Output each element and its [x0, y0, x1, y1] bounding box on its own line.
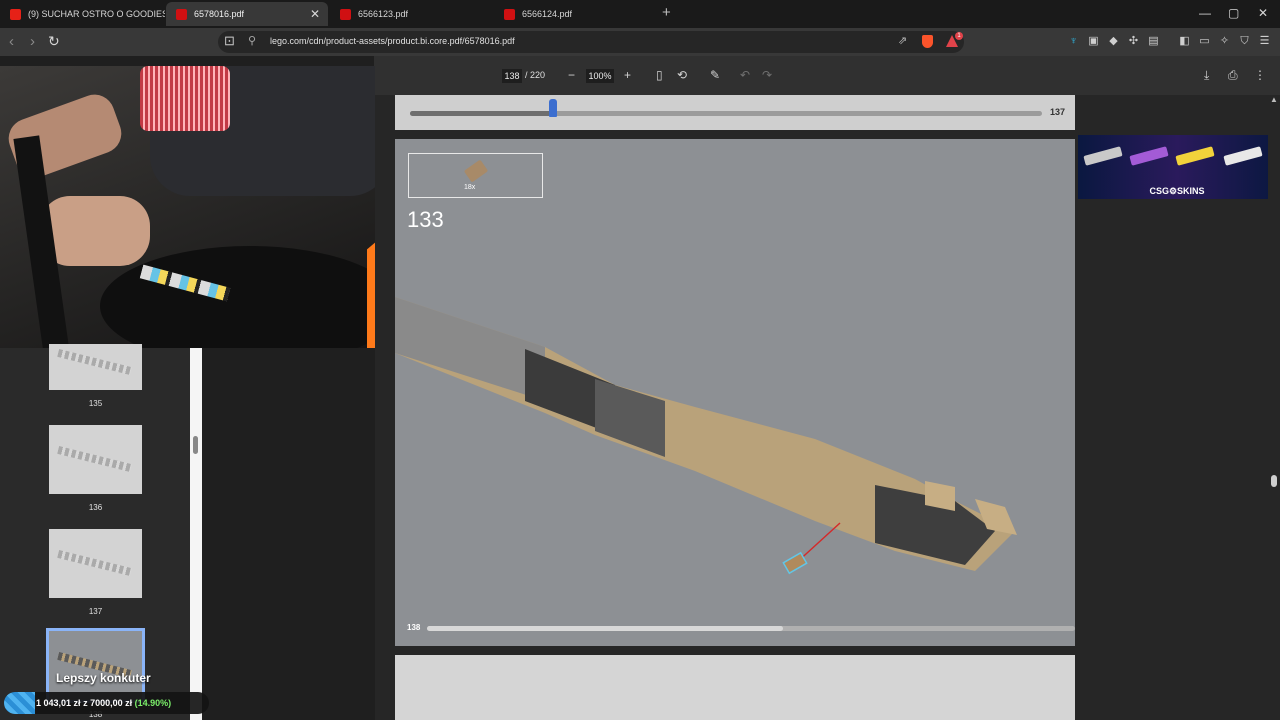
weapon-image	[1083, 146, 1123, 166]
minifigure-progress-marker	[549, 99, 557, 117]
forward-icon[interactable]: ›	[30, 33, 35, 50]
model-grey-section	[395, 297, 545, 401]
annotate-icon[interactable]: ✎	[710, 67, 720, 83]
page-number-input[interactable]: 138	[502, 69, 522, 83]
tab-title: 6566123.pdf	[358, 9, 409, 19]
lego-icon	[340, 8, 351, 20]
leo-icon[interactable]: ✧	[1218, 35, 1231, 48]
donation-separator: z	[83, 698, 88, 708]
donation-percent: (14.90%)	[134, 698, 172, 708]
wallet-icon[interactable]: ▭	[1198, 35, 1211, 48]
page-number: 138	[407, 623, 421, 632]
rewards-badge: 1	[955, 32, 963, 40]
browser-toolbar: ‹ › ↻ ⊡ ⚲ lego.com/cdn/product-assets/pr…	[0, 28, 1280, 56]
close-window-button[interactable]: ✕	[1258, 6, 1268, 20]
weapon-image	[1175, 146, 1215, 166]
undo-icon[interactable]: ↶	[740, 67, 750, 83]
pdf-page-138: 18x 133 138	[395, 139, 1075, 646]
close-tab-icon[interactable]: ✕	[310, 7, 320, 21]
page-thumbnail-selected[interactable]	[46, 628, 145, 703]
total-pages: / 220	[525, 70, 546, 80]
donation-goal-title: Lepszy konkuter	[56, 671, 151, 685]
more-options-icon[interactable]: ⋮	[1254, 67, 1266, 83]
minimize-button[interactable]: —	[1199, 6, 1211, 20]
address-bar[interactable]: ⊡ ⚲ lego.com/cdn/product-assets/product.…	[218, 31, 964, 53]
page-progress-bar	[427, 626, 1075, 631]
page-number: 137	[1050, 107, 1066, 117]
tab-6578016[interactable]: 6578016.pdf ✕	[166, 2, 328, 26]
pdf-toolbar: 138 / 220 − 100% + ▯ ⟲ ✎ ↶ ↷ ⤓ ⎙ ⋮	[374, 56, 1280, 95]
lego-icon	[504, 8, 515, 20]
pdf-viewport[interactable]: 137 18x 133 138 CSG⚙SKINS	[375, 95, 1268, 720]
tab-youtube[interactable]: (9) SUCHAR OSTRO O GOODIES! OD	[0, 2, 165, 26]
brave-shields-icon[interactable]	[922, 35, 933, 48]
led-strip	[367, 242, 375, 348]
lego-model-illustration	[395, 297, 1017, 575]
extensions-puzzle-icon[interactable]: ✣	[1127, 35, 1140, 48]
sidebar-toggle-icon[interactable]: ◧	[1178, 35, 1191, 48]
donation-goal: 7000,00 zł	[90, 698, 133, 708]
extension-box-icon[interactable]: ▤	[1147, 35, 1160, 48]
extension-icon[interactable]: ▣	[1087, 35, 1100, 48]
reload-icon[interactable]: ↻	[48, 33, 60, 50]
page-progress-fill	[427, 626, 784, 631]
thumbnail-label: 136	[88, 503, 103, 512]
translate-extension-icon[interactable]: ♆	[1067, 35, 1080, 48]
hand	[40, 196, 150, 266]
tab-6566124[interactable]: 6566124.pdf	[494, 2, 656, 26]
scroll-up-icon[interactable]: ▲	[1270, 95, 1278, 104]
page-progress-fill	[410, 111, 556, 116]
tab-strip: (9) SUCHAR OSTRO O GOODIES! OD 6578016.p…	[0, 0, 1280, 28]
extension-diamond-icon[interactable]: ◆	[1107, 35, 1120, 48]
csgoskins-ad-banner[interactable]: CSG⚙SKINS	[1078, 135, 1268, 199]
download-icon[interactable]: ⤓	[1204, 67, 1209, 83]
page-progress-bar	[410, 111, 1042, 116]
url-text[interactable]: lego.com/cdn/product-assets/product.bi.c…	[270, 36, 515, 46]
donation-raised: 1 043,01 zł	[36, 698, 81, 708]
tab-6566123[interactable]: 6566123.pdf	[330, 2, 492, 26]
zoom-in-button[interactable]: +	[624, 67, 631, 83]
sidebar-scrollbar[interactable]	[190, 348, 202, 720]
scrollbar-thumb[interactable]	[1271, 475, 1277, 487]
weapon-image	[1223, 146, 1263, 166]
site-info-icon[interactable]: ⚲	[248, 34, 256, 47]
redo-icon[interactable]: ↷	[762, 67, 772, 83]
rotate-icon[interactable]: ⟲	[677, 67, 687, 83]
ad-brand: CSG⚙SKINS	[1149, 186, 1205, 196]
webcam-overlay	[0, 66, 375, 348]
share-icon[interactable]: ⇗	[898, 34, 907, 47]
fit-page-icon[interactable]: ▯	[656, 67, 663, 83]
vpn-shield-icon[interactable]: ⛉	[1238, 35, 1251, 48]
bookmark-icon[interactable]: ⊡	[224, 33, 235, 49]
thumbnail-sidebar: 135 136 137 138	[0, 344, 202, 720]
donation-progress-fill	[4, 692, 35, 714]
thumbnail-label: 135	[88, 399, 103, 408]
thumbnail-label: 137	[88, 607, 103, 616]
donation-progress-bar: 1 043,01 zł z 7000,00 zł (14.90%)	[4, 692, 209, 714]
page-thumbnail[interactable]	[49, 529, 142, 598]
page-thumbnail[interactable]	[49, 344, 142, 390]
print-icon[interactable]: ⎙	[1228, 67, 1238, 83]
pdf-page-137: 137	[395, 95, 1075, 130]
new-tab-button[interactable]: +	[662, 5, 671, 21]
tab-title: 6566124.pdf	[522, 9, 573, 19]
donation-amount: 1 043,01 zł z 7000,00 zł (14.90%)	[36, 698, 171, 708]
youtube-icon	[10, 8, 21, 20]
weapon-image	[1129, 146, 1169, 166]
zoom-out-button[interactable]: −	[568, 67, 575, 83]
page-thumbnail[interactable]	[49, 425, 142, 494]
desk-mat	[100, 246, 375, 348]
zoom-input[interactable]: 100%	[586, 69, 614, 83]
page-scrollbar[interactable]: ▲	[1268, 95, 1280, 720]
microphone	[140, 66, 230, 131]
part-to-place	[782, 551, 808, 575]
sidebar-scrollbar-thumb[interactable]	[193, 436, 198, 454]
tab-title: (9) SUCHAR OSTRO O GOODIES! OD	[28, 9, 165, 19]
menu-icon[interactable]: ☰	[1258, 35, 1271, 48]
back-icon[interactable]: ‹	[9, 33, 14, 50]
lego-icon	[176, 8, 187, 20]
tab-title: 6578016.pdf	[194, 9, 245, 19]
pdf-page-139	[395, 655, 1075, 720]
maximize-button[interactable]: ▢	[1228, 6, 1239, 20]
